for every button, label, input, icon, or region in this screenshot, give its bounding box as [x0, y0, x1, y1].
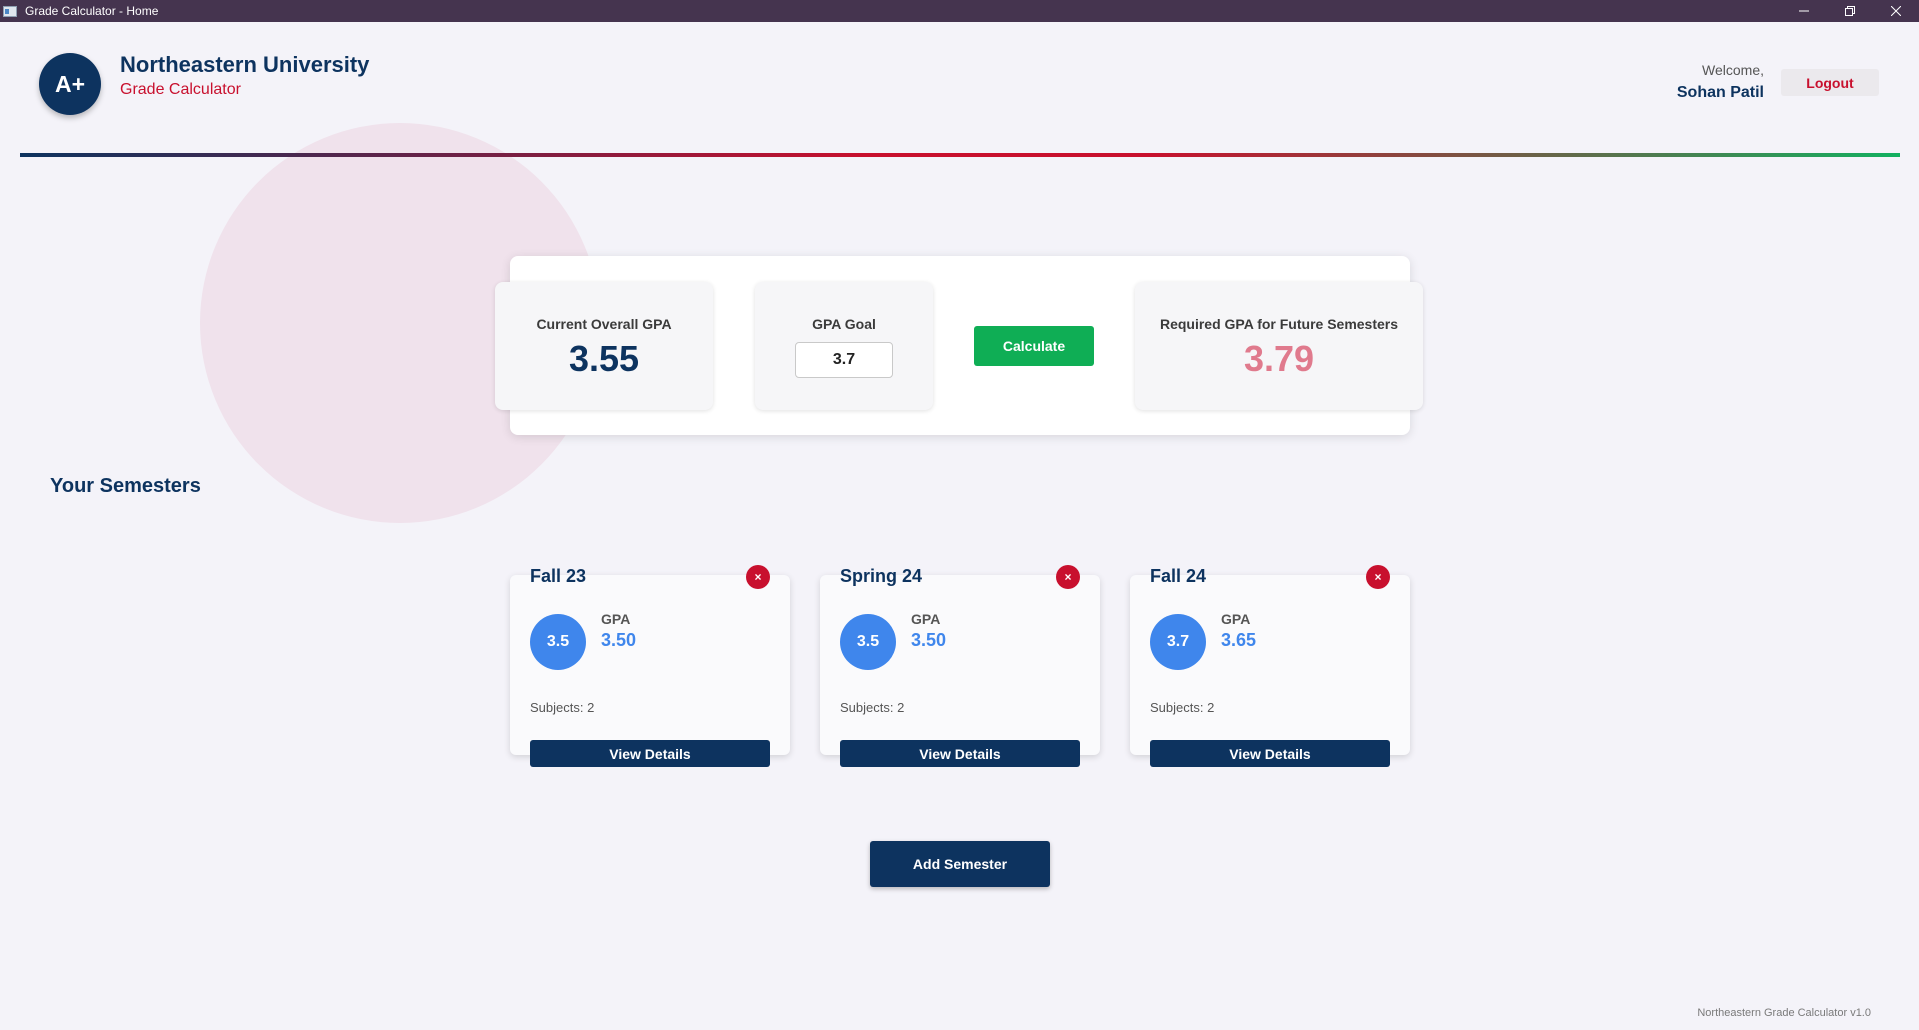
required-gpa-label: Required GPA for Future Semesters [1159, 316, 1399, 332]
restore-button[interactable] [1827, 0, 1873, 22]
semester-gpa-label: GPA [911, 611, 941, 627]
close-icon: × [1064, 570, 1072, 584]
app-logo: A+ [39, 53, 101, 115]
semester-card: Spring 24 × 3.5 GPA 3.50 Subjects: 2 Vie… [820, 565, 1100, 767]
semester-gpa-value: 3.50 [911, 630, 947, 650]
add-semester-button[interactable]: Add Semester [870, 841, 1050, 887]
semester-card: Fall 23 × 3.5 GPA 3.50 Subjects: 2 View … [510, 565, 790, 767]
view-details-button[interactable]: View Details [840, 740, 1080, 767]
close-icon: × [754, 570, 762, 584]
minimize-button[interactable] [1781, 0, 1827, 22]
app-window-icon [3, 5, 17, 17]
view-details-button[interactable]: View Details [1150, 740, 1390, 767]
semester-gpa-badge: 3.5 [840, 614, 896, 670]
close-button[interactable] [1873, 0, 1919, 22]
semester-subject-count: Subjects: 2 [840, 700, 905, 715]
title-bar: Grade Calculator - Home [0, 0, 1919, 22]
calculate-button[interactable]: Calculate [974, 326, 1094, 366]
gpa-goal-card: GPA Goal [755, 282, 933, 410]
required-gpa-value: 3.79 [1243, 338, 1315, 379]
user-name: Sohan Patil [1676, 84, 1764, 101]
current-gpa-card: Current Overall GPA 3.55 [495, 282, 713, 410]
remove-semester-button[interactable]: × [746, 565, 770, 589]
app-version: Northeastern Grade Calculator v1.0 [1697, 1007, 1871, 1019]
app-window: Grade Calculator - Home A+ Northeastern … [0, 0, 1919, 1030]
semester-card: Fall 24 × 3.7 GPA 3.65 Subjects: 2 View … [1130, 565, 1410, 767]
semester-subject-count: Subjects: 2 [1150, 700, 1215, 715]
semester-gpa-value: 3.50 [601, 630, 637, 650]
app-name: Grade Calculator [120, 81, 241, 98]
gpa-goal-label: GPA Goal [812, 316, 876, 332]
required-gpa-card: Required GPA for Future Semesters 3.79 [1135, 282, 1423, 410]
welcome-text: Welcome, [1702, 62, 1764, 78]
gpa-goal-input[interactable] [795, 342, 893, 378]
window-title: Grade Calculator - Home [25, 4, 159, 18]
remove-semester-button[interactable]: × [1366, 565, 1390, 589]
semester-gpa-badge: 3.7 [1150, 614, 1206, 670]
header-divider [20, 153, 1900, 157]
logout-button[interactable]: Logout [1781, 69, 1879, 96]
close-icon: × [1374, 570, 1382, 584]
minimize-icon [1799, 10, 1809, 12]
semester-gpa-badge: 3.5 [530, 614, 586, 670]
close-icon [1891, 6, 1901, 16]
semester-subject-count: Subjects: 2 [530, 700, 595, 715]
current-gpa-label: Current Overall GPA [536, 316, 672, 332]
window-controls [1781, 0, 1919, 22]
restore-icon [1845, 6, 1855, 16]
university-name: Northeastern University [120, 52, 370, 77]
semester-gpa-label: GPA [1221, 611, 1251, 627]
remove-semester-button[interactable]: × [1056, 565, 1080, 589]
current-gpa-value: 3.55 [568, 338, 640, 379]
semester-name: Spring 24 [840, 566, 923, 586]
semester-gpa-label: GPA [601, 611, 631, 627]
view-details-button[interactable]: View Details [530, 740, 770, 767]
semester-name: Fall 23 [530, 566, 587, 586]
semester-name: Fall 24 [1150, 566, 1207, 586]
semesters-heading: Your Semesters [50, 475, 201, 497]
semester-gpa-value: 3.65 [1221, 630, 1257, 650]
